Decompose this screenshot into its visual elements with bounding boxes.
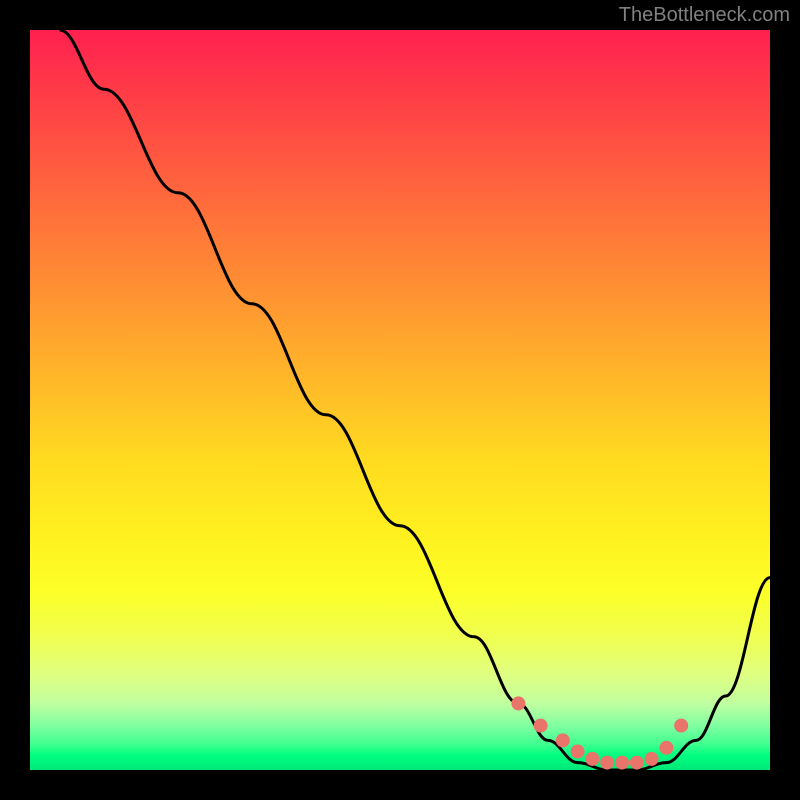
optimal-marker-dot: [511, 696, 525, 710]
chart-svg: [30, 30, 770, 770]
optimal-marker-dot: [659, 741, 673, 755]
optimal-marker-dot: [556, 733, 570, 747]
optimal-marker-dot: [615, 756, 629, 770]
chart-plot-area: [30, 30, 770, 770]
optimal-marker-dot: [674, 719, 688, 733]
optimal-marker-dot: [600, 756, 614, 770]
optimal-marker-dot: [571, 745, 585, 759]
watermark-text: TheBottleneck.com: [619, 4, 790, 27]
optimal-marker-dot: [585, 752, 599, 766]
optimal-marker-dot: [630, 756, 644, 770]
bottleneck-curve-path: [60, 30, 770, 770]
curve-line: [60, 30, 770, 770]
optimal-marker-dot: [534, 719, 548, 733]
optimal-marker-dot: [645, 752, 659, 766]
